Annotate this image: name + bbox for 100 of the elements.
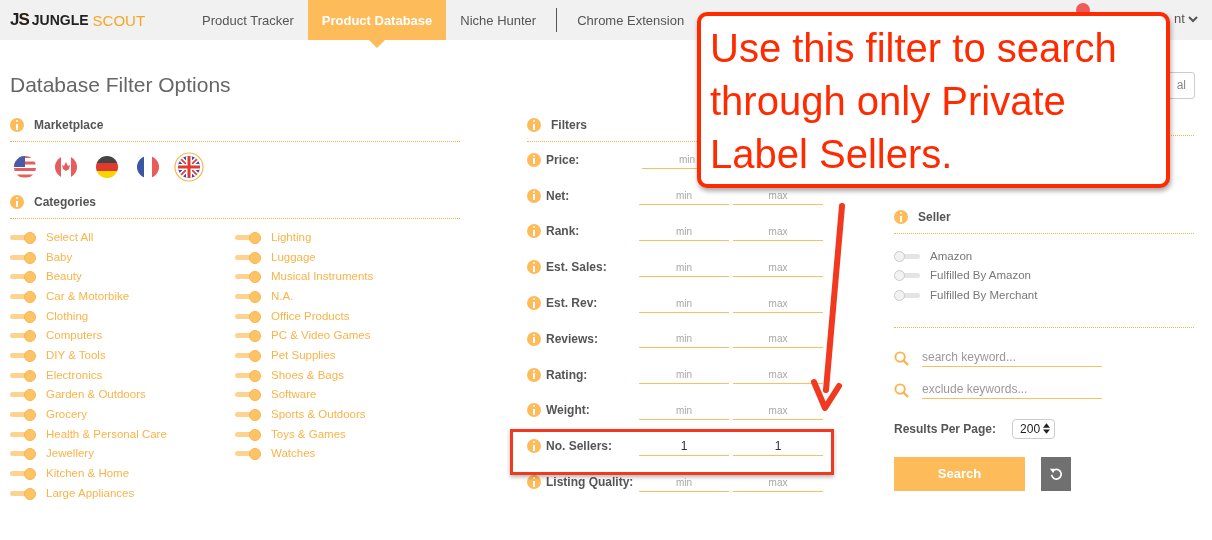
toggle-switch[interactable] [10,290,37,301]
category-label[interactable]: Lighting [271,230,312,243]
category-label[interactable]: Musical Instruments [271,270,374,283]
toggle-switch[interactable] [235,389,262,400]
toggle-switch[interactable] [235,290,262,301]
category-label[interactable]: Large Appliances [46,486,135,499]
category-label[interactable]: Computers [46,329,103,342]
info-icon [10,195,24,209]
logo-text: SCOUT [92,11,146,29]
keyword-field[interactable]: exclude keywords... [922,381,1102,399]
toggle-switch[interactable] [10,487,37,498]
max-field[interactable]: max [733,222,823,241]
account-menu[interactable]: nt [1174,11,1198,26]
toggle-switch[interactable] [10,330,37,341]
section-title: Seller [918,210,951,224]
toggle-switch[interactable] [235,428,262,439]
max-field[interactable]: 1 [733,436,823,456]
seller-label[interactable]: Amazon [930,249,973,262]
max-field[interactable]: max [733,472,823,492]
info-icon [527,188,541,203]
min-field[interactable]: min [639,257,729,277]
toggle-switch[interactable] [10,231,37,242]
min-field[interactable]: min [639,293,729,313]
flag-icon[interactable] [174,152,204,182]
nav-tab[interactable]: Product Tracker [188,0,308,40]
toggle-switch[interactable] [10,369,37,380]
category-label[interactable]: Watches [271,447,316,460]
category-label[interactable]: Select All [46,230,94,243]
min-field[interactable]: min [639,400,729,420]
seller-label[interactable]: Fulfilled By Amazon [930,269,1031,282]
seller-label[interactable]: Fulfilled By Merchant [930,288,1038,301]
category-label[interactable]: Sports & Outdoors [271,408,366,421]
info-icon [527,403,541,418]
toggle-switch[interactable] [10,409,37,420]
toggle-switch[interactable] [235,271,262,282]
category-label[interactable]: Clothing [46,309,89,322]
min-field[interactable]: min [639,365,729,385]
toggle-switch[interactable] [235,448,262,459]
reset-button[interactable] [1041,456,1071,491]
category-label[interactable]: Grocery [46,408,87,421]
toggle-switch[interactable] [10,271,37,282]
toggle-switch[interactable] [235,369,262,380]
min-field[interactable]: min [639,222,729,241]
category-label[interactable]: Toys & Games [271,427,346,440]
page-title: Database Filter Options [10,73,231,97]
toggle-switch[interactable] [235,349,262,360]
min-field[interactable]: min [639,472,729,492]
min-field[interactable]: 1 [639,436,729,456]
section-title: Filters [551,118,587,132]
category-label[interactable]: Health & Personal Care [46,427,167,440]
toggle-switch[interactable] [235,231,262,242]
max-field[interactable]: max [733,329,823,349]
results-per-page-label: Results Per Page: [894,421,997,436]
category-label[interactable]: Office Products [271,309,350,322]
category-label[interactable]: N.A. [271,289,294,302]
max-field[interactable]: max [733,293,823,313]
category-label[interactable]: DIY & Tools [46,348,106,361]
search-button[interactable]: Search [894,456,1025,491]
toggle-switch[interactable] [235,310,262,321]
info-icon [527,331,541,346]
category-label[interactable]: Garden & Outdoors [46,388,146,401]
nav-tab[interactable]: Chrome Extension [563,0,699,40]
category-label[interactable]: Shoes & Bags [271,368,344,381]
toggle-switch[interactable] [10,349,37,360]
max-field[interactable]: max [733,400,823,420]
category-label[interactable]: Kitchen & Home [46,467,130,480]
logo-text: JUNGLE [31,12,89,28]
info-icon [527,439,541,454]
toggle-switch[interactable] [235,409,262,420]
max-field[interactable]: max [733,365,823,385]
category-label[interactable]: Beauty [46,270,82,283]
nav-tab[interactable]: Niche Hunter [446,0,551,40]
filter-label: Est. Rev: [546,296,599,311]
category-label[interactable]: Jewellery [46,447,94,460]
toggle-switch[interactable] [894,270,921,281]
keyword-field[interactable]: search keyword... [922,349,1102,367]
max-field[interactable]: max [733,257,823,277]
toggle-switch[interactable] [10,310,37,321]
toggle-switch[interactable] [10,389,37,400]
category-label[interactable]: Electronics [46,368,103,381]
reset-icon [1049,466,1063,481]
toggle-switch[interactable] [235,251,262,262]
toggle-switch[interactable] [10,251,37,262]
filter-label: Reviews: [546,331,600,346]
search-icon [894,382,909,398]
info-icon [10,118,24,132]
category-label[interactable]: Baby [46,250,73,263]
toggle-switch[interactable] [894,289,921,300]
category-label[interactable]: Car & Motorbike [46,289,130,302]
category-label[interactable]: Pet Supplies [271,348,336,361]
results-per-page-select[interactable]: 200 [1012,418,1056,439]
category-label[interactable]: PC & Video Games [271,329,371,342]
toggle-switch[interactable] [10,428,37,439]
toggle-switch[interactable] [894,250,921,261]
toggle-switch[interactable] [10,448,37,459]
toggle-switch[interactable] [235,330,262,341]
min-field[interactable]: min [639,329,729,349]
category-label[interactable]: Software [271,388,317,401]
toggle-switch[interactable] [10,468,37,479]
category-label[interactable]: Luggage [271,250,316,263]
